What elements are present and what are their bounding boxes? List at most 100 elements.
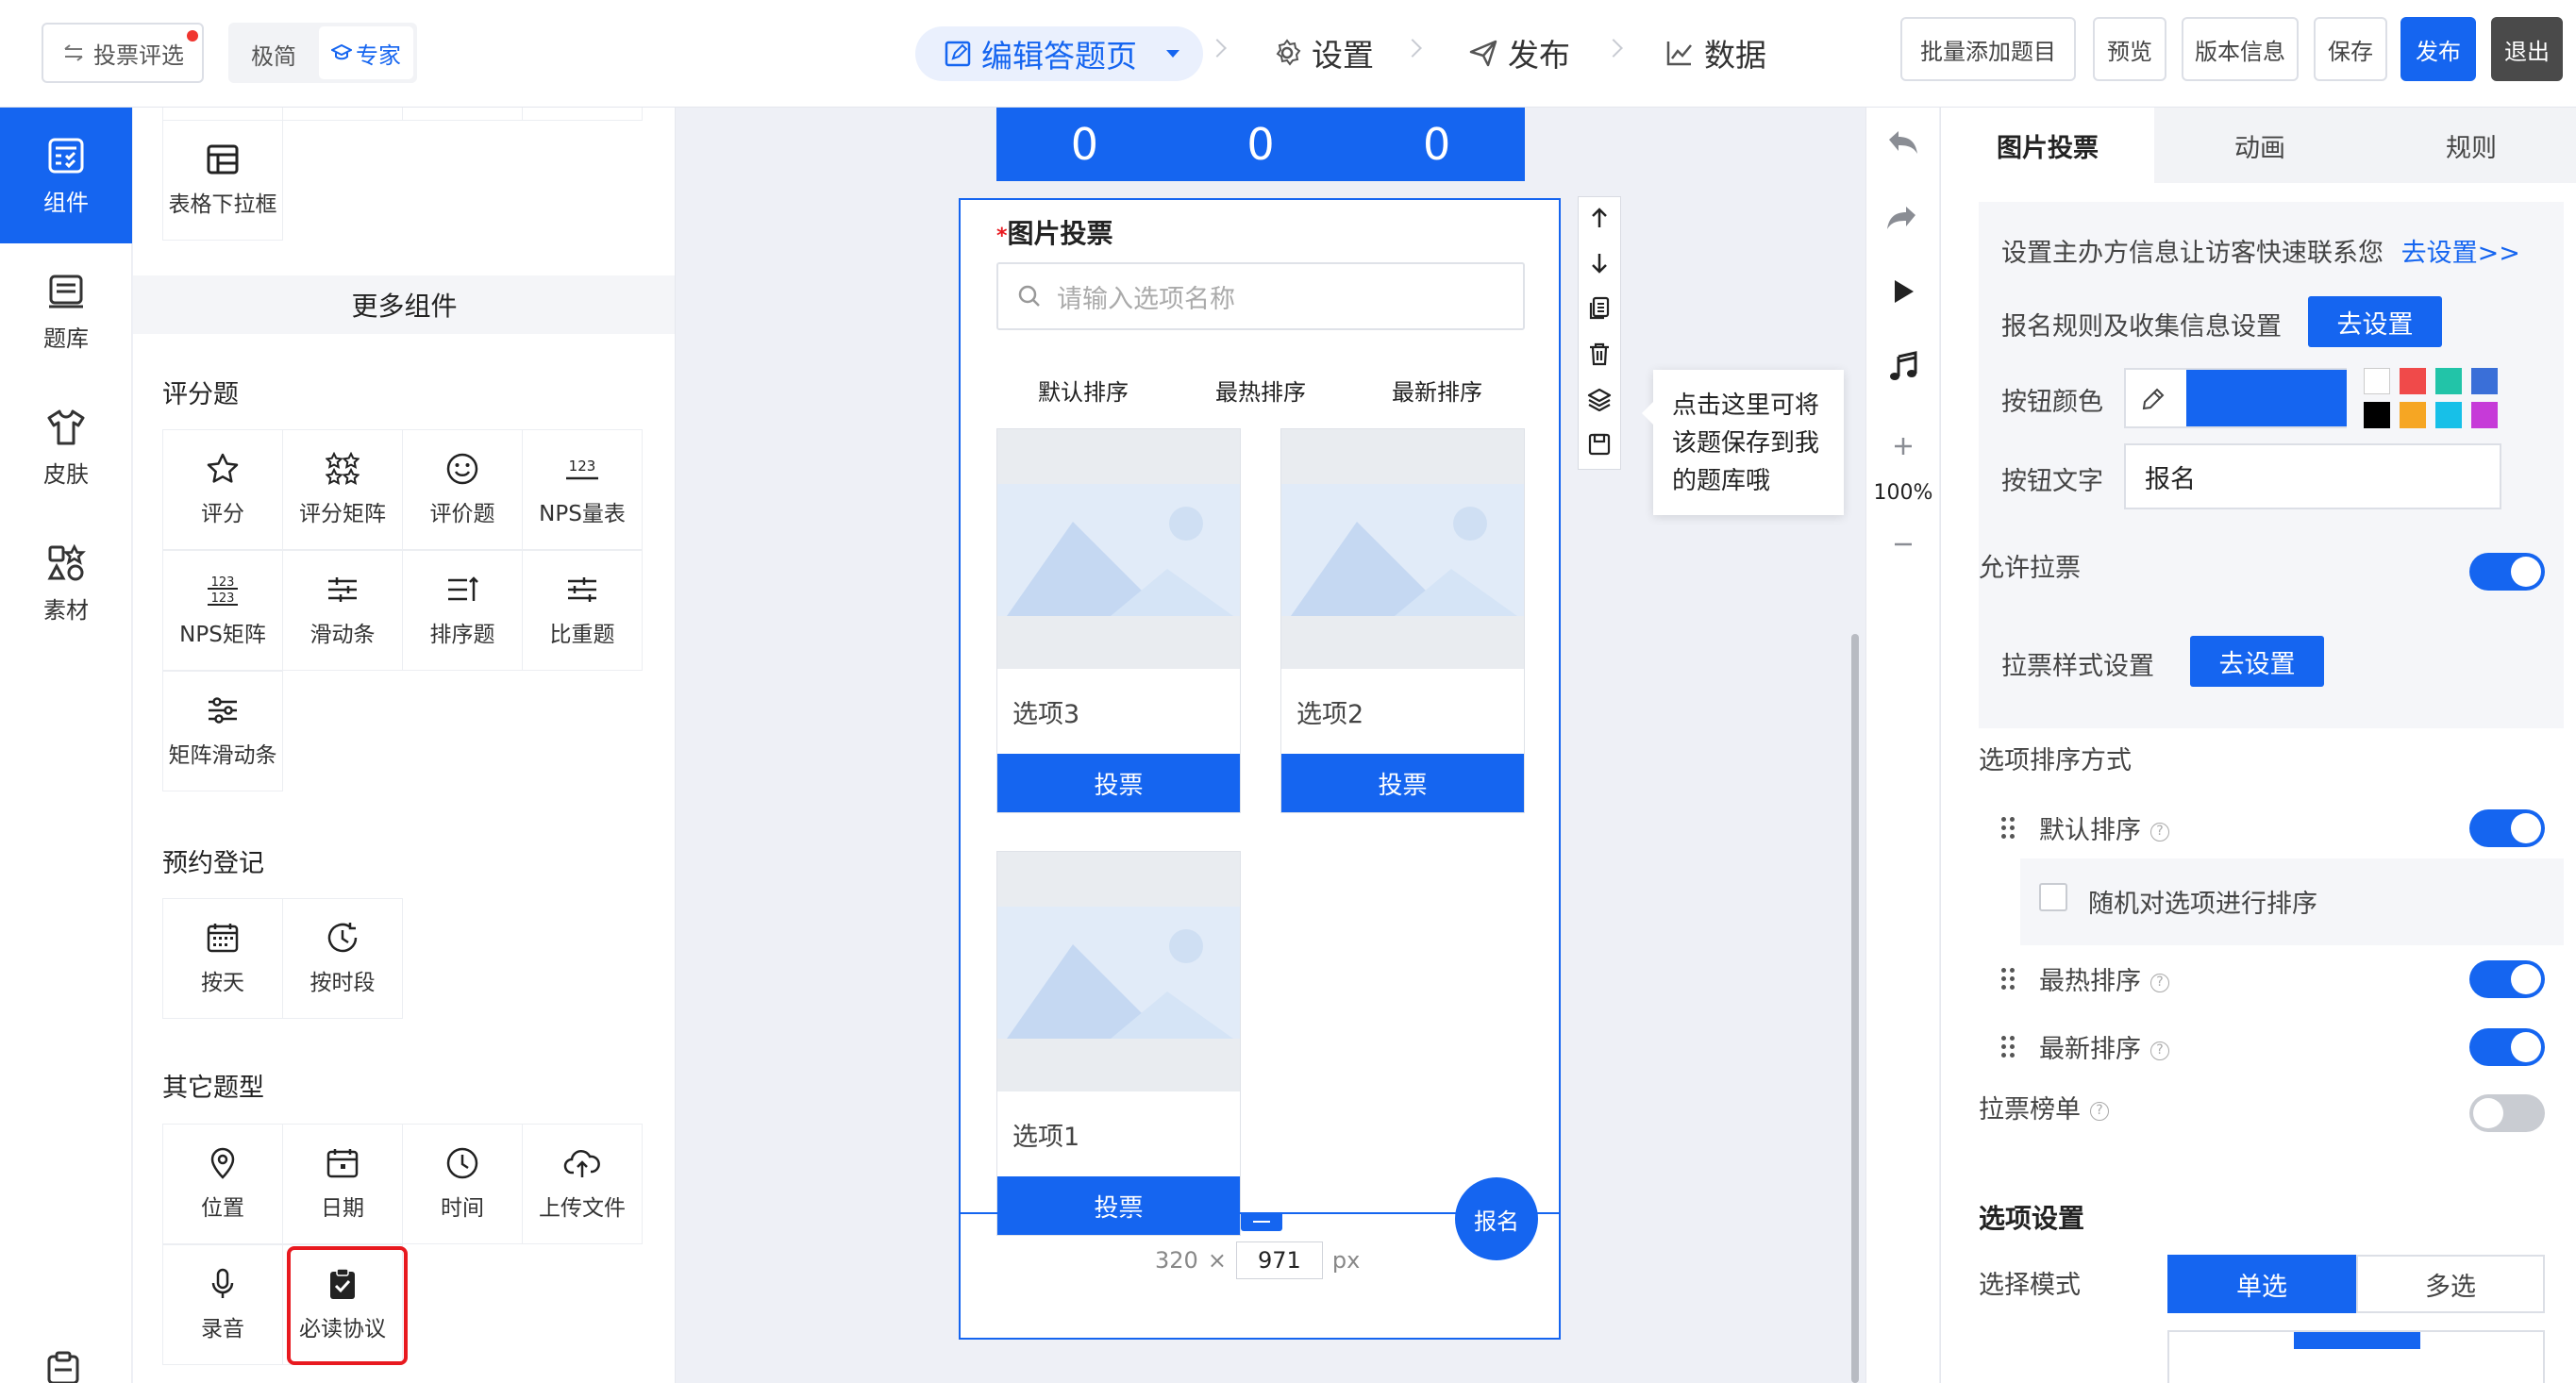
canvas-scrollbar[interactable] <box>1851 634 1859 1383</box>
vote-button[interactable]: 投票 <box>1281 754 1524 812</box>
save-to-bank-button[interactable] <box>1578 423 1621 466</box>
sort-tab-new[interactable]: 最新排序 <box>1392 374 1482 407</box>
mode-simple[interactable]: 极简 <box>251 38 296 71</box>
mode-expert[interactable]: 专家 <box>319 26 413 79</box>
tab-animation[interactable]: 动画 <box>2154 108 2366 183</box>
vote-button[interactable]: 投票 <box>997 754 1240 812</box>
option-search-input[interactable]: 请输入选项名称 <box>996 262 1525 330</box>
button-text-input[interactable]: 报名 <box>2124 443 2501 509</box>
component-rating-matrix[interactable]: 评分矩阵 <box>282 429 403 550</box>
component-location[interactable]: 位置 <box>162 1124 283 1244</box>
nav-question-bank[interactable]: 题库 <box>0 243 132 379</box>
sort-tab-default[interactable]: 默认排序 <box>1038 374 1129 407</box>
component-cell[interactable] <box>162 108 283 121</box>
zoom-in-icon[interactable] <box>1893 436 1914 457</box>
tab-rules[interactable]: 规则 <box>2366 108 2576 183</box>
component-by-period[interactable]: 按时段 <box>282 898 403 1019</box>
random-sort-checkbox[interactable] <box>2039 883 2067 911</box>
swatch-blue[interactable] <box>2471 368 2498 394</box>
component-recording[interactable]: 录音 <box>162 1244 283 1365</box>
batch-add-button[interactable]: 批量添加题目 <box>1900 17 2076 81</box>
component-cell[interactable] <box>402 108 523 121</box>
question-preview-frame[interactable]: *图片投票 请输入选项名称 默认排序 最热排序 最新排序 选项3 投票 选项2 … <box>959 198 1561 1340</box>
copy-button[interactable] <box>1578 287 1621 330</box>
publish-button[interactable]: 发布 <box>2400 17 2476 81</box>
component-cell[interactable] <box>282 108 403 121</box>
option-card[interactable]: 选项2 投票 <box>1280 428 1525 813</box>
help-icon[interactable]: ? <box>2090 1101 2109 1121</box>
component-time[interactable]: 时间 <box>402 1124 523 1244</box>
help-icon[interactable]: ? <box>2150 1041 2169 1060</box>
option-card[interactable]: 选项1 投票 <box>996 851 1241 1236</box>
step-publish[interactable]: 发布 <box>1468 26 1570 79</box>
move-down-button[interactable] <box>1578 242 1621 285</box>
sort-tab-hot[interactable]: 最热排序 <box>1215 374 1306 407</box>
version-info-button[interactable]: 版本信息 <box>2182 17 2299 81</box>
component-date[interactable]: 日期 <box>282 1124 403 1244</box>
swatch-cyan[interactable] <box>2435 402 2462 428</box>
component-rating[interactable]: 评分 <box>162 429 283 550</box>
component-upload-file[interactable]: 上传文件 <box>522 1124 643 1244</box>
swatch-orange[interactable] <box>2400 402 2426 428</box>
component-cell[interactable] <box>522 108 643 121</box>
move-up-button[interactable] <box>1578 196 1621 240</box>
sort-default-toggle[interactable] <box>2469 809 2545 847</box>
clipboard-icon[interactable] <box>43 1351 85 1383</box>
swatch-black[interactable] <box>2364 402 2390 428</box>
drag-handle-icon[interactable] <box>2001 1036 2015 1058</box>
color-picker[interactable] <box>2124 368 2347 428</box>
swatch-red[interactable] <box>2400 368 2426 394</box>
size-height-input[interactable]: 971 <box>1235 1241 1323 1279</box>
undo-icon[interactable] <box>1885 128 1919 157</box>
drag-handle-icon[interactable] <box>2001 817 2015 839</box>
nav-skin[interactable]: 皮肤 <box>0 379 132 515</box>
music-note-icon[interactable] <box>1887 351 1919 383</box>
nav-material[interactable]: 素材 <box>0 515 132 651</box>
swatch-purple[interactable] <box>2471 402 2498 428</box>
resize-handle[interactable] <box>1241 1212 1282 1231</box>
component-ranking[interactable]: 排序题 <box>402 550 523 671</box>
exit-button[interactable]: 退出 <box>2491 17 2563 81</box>
tab-image-vote[interactable]: 图片投票 <box>1941 108 2154 183</box>
component-by-day[interactable]: 按天 <box>162 898 283 1019</box>
vote-button[interactable]: 投票 <box>997 1176 1240 1235</box>
delete-button[interactable] <box>1578 332 1621 375</box>
play-icon[interactable] <box>1891 277 1915 306</box>
select-mode-single[interactable]: 单选 <box>2167 1255 2356 1313</box>
help-icon[interactable]: ? <box>2150 822 2169 841</box>
canvass-style-button[interactable]: 去设置 <box>2190 636 2324 687</box>
component-nps-scale[interactable]: 123 NPS量表 <box>522 429 643 550</box>
nav-components[interactable]: 组件 <box>0 108 132 243</box>
component-nps-matrix[interactable]: 123 123 NPS矩阵 <box>162 550 283 671</box>
signup-fab[interactable]: 报名 <box>1455 1177 1538 1260</box>
step-edit-answer-page[interactable]: 编辑答题页 <box>915 26 1203 81</box>
step-settings[interactable]: 设置 <box>1272 26 1374 79</box>
organizer-link[interactable]: 去设置>> <box>2401 239 2520 268</box>
star-matrix-icon <box>326 452 360 485</box>
component-slider[interactable]: 滑动条 <box>282 550 403 671</box>
swatch-teal[interactable] <box>2435 368 2462 394</box>
redo-icon[interactable] <box>1885 204 1919 232</box>
zoom-out-icon[interactable] <box>1893 534 1914 555</box>
other-section-title: 其它题型 <box>162 1074 264 1103</box>
back-button[interactable]: 投票评选 <box>42 23 204 83</box>
component-weight[interactable]: 比重题 <box>522 550 643 671</box>
step-data[interactable]: 数据 <box>1664 26 1766 79</box>
layers-button[interactable] <box>1578 377 1621 421</box>
swatch-white[interactable] <box>2364 368 2390 394</box>
save-button[interactable]: 保存 <box>2314 17 2387 81</box>
preview-button[interactable]: 预览 <box>2093 17 2166 81</box>
sort-new-toggle[interactable] <box>2469 1028 2545 1066</box>
select-mode-multi[interactable]: 多选 <box>2356 1255 2545 1313</box>
signup-rules-button[interactable]: 去设置 <box>2308 296 2442 347</box>
drag-handle-icon[interactable] <box>2001 968 2015 990</box>
canvass-rank-toggle[interactable] <box>2469 1094 2545 1132</box>
location-pin-icon <box>210 1147 235 1179</box>
help-icon[interactable]: ? <box>2150 973 2169 992</box>
component-matrix-slider[interactable]: 矩阵滑动条 <box>162 671 283 791</box>
component-table-dropdown[interactable]: 表格下拉框 <box>162 120 283 241</box>
sort-hot-toggle[interactable] <box>2469 960 2545 998</box>
allow-canvass-toggle[interactable] <box>2469 553 2545 591</box>
option-card[interactable]: 选项3 投票 <box>996 428 1241 813</box>
component-evaluation[interactable]: 评价题 <box>402 429 523 550</box>
